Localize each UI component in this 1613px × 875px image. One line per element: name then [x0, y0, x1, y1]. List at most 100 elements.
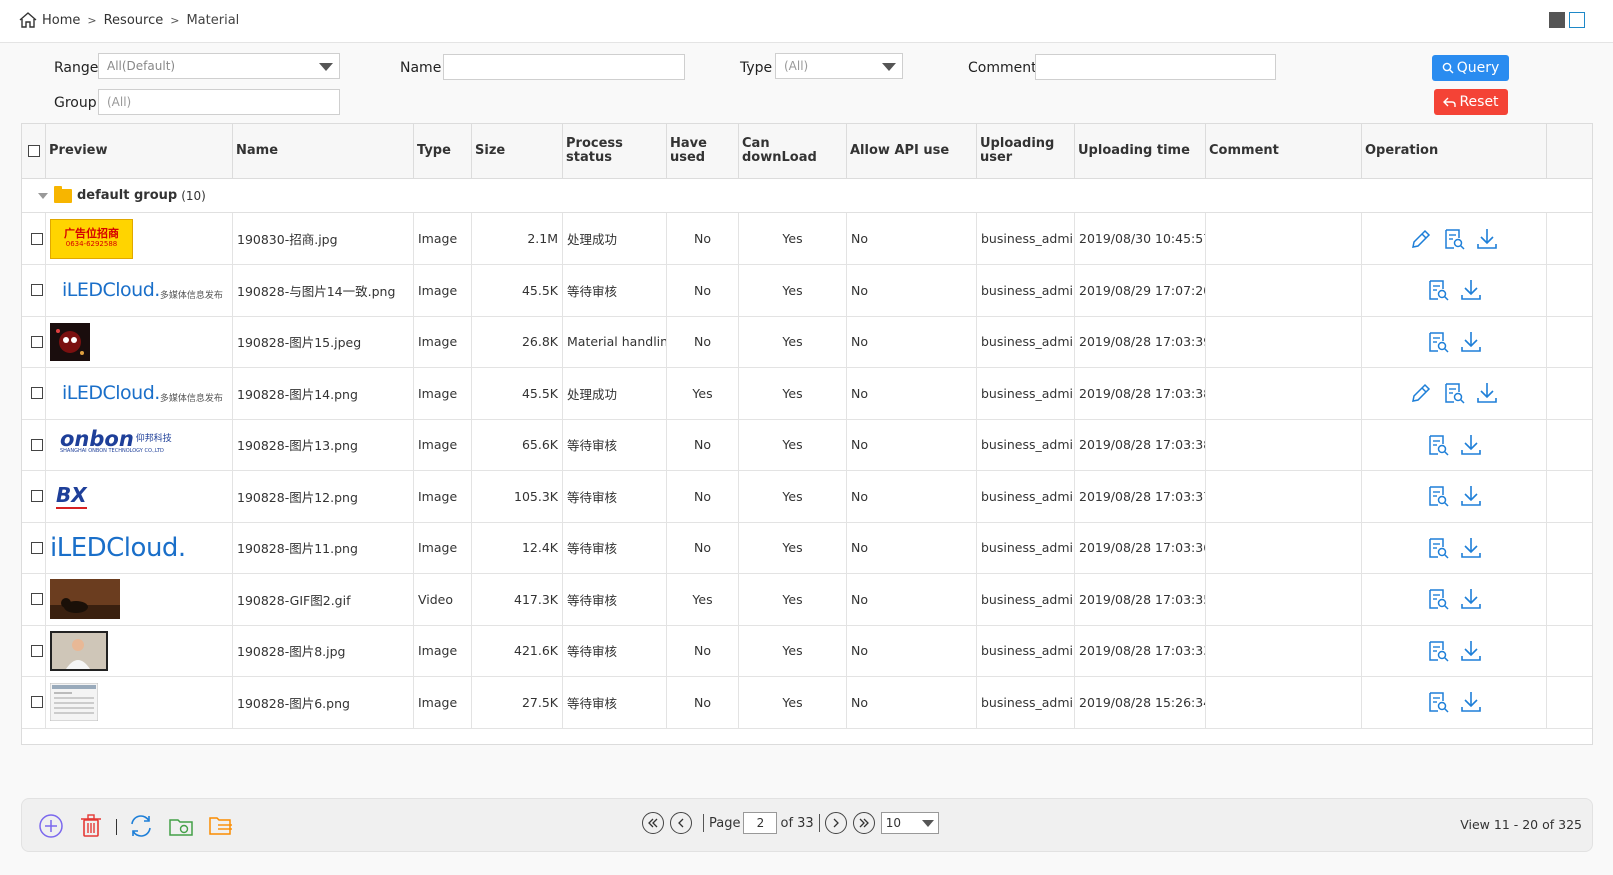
edit-icon[interactable] [1409, 227, 1433, 251]
table-row[interactable]: iLEDCloud. 多媒体信息发布 190828-图片14.png Image 45.… [22, 367, 1592, 420]
preview-icon[interactable] [1442, 381, 1466, 405]
download-icon[interactable] [1459, 690, 1483, 714]
table-row[interactable]: 190828-图片6.png Image 27.5K 等待审核 No Yes No busin… [22, 676, 1592, 729]
row-checkbox[interactable] [30, 541, 43, 554]
select-all-checkbox[interactable] [28, 145, 40, 157]
home-icon[interactable] [18, 11, 38, 29]
row-checkbox[interactable] [30, 232, 43, 245]
preview-thumbnail[interactable]: 广告位招商 0634-6292588 [50, 218, 133, 259]
preview-cell [46, 676, 233, 728]
preview-icon[interactable] [1426, 536, 1450, 560]
col-have-used[interactable]: Have used [667, 124, 739, 178]
row-checkbox[interactable] [30, 335, 43, 348]
table-row[interactable]: BX 190828-图片12.png Image 105.3K 等待审核 No Yes No b… [22, 470, 1592, 523]
col-type[interactable]: Type [414, 124, 472, 178]
refresh-icon[interactable] [128, 813, 154, 839]
preview-icon[interactable] [1426, 587, 1450, 611]
page-input[interactable]: 2 [743, 812, 778, 834]
chevron-down-icon [882, 63, 896, 71]
preview-thumbnail[interactable]: iLEDCloud. 多媒体信息发布 [50, 270, 223, 310]
next-page-button[interactable] [824, 812, 847, 834]
preview-icon[interactable] [1426, 278, 1450, 302]
reset-button[interactable]: Reset [1434, 89, 1508, 115]
preview-thumbnail[interactable]: iLEDCloud. [50, 528, 186, 568]
range-select[interactable]: All(Default) [98, 53, 340, 79]
table-row[interactable]: 190828-图片8.jpg Image 421.6K 等待审核 No Yes No busi… [22, 625, 1592, 677]
download-icon[interactable] [1459, 278, 1483, 302]
col-allow-api-use[interactable]: Allow API use [847, 124, 977, 178]
col-comment[interactable]: Comment [1206, 124, 1362, 178]
col-can-download[interactable]: Can downLoad [739, 124, 847, 178]
preview-thumbnail[interactable]: iLEDCloud. 多媒体信息发布 [50, 373, 223, 413]
col-uploading-time[interactable]: Uploading time [1075, 124, 1206, 178]
prev-page-button[interactable] [670, 812, 692, 834]
last-page-button[interactable] [852, 812, 875, 834]
grid-view-button[interactable] [1569, 12, 1585, 28]
first-page-button[interactable] [642, 812, 664, 834]
download-icon[interactable] [1475, 381, 1499, 405]
table-row[interactable]: 190828-图片15.jpeg Image 26.8K Material handl… [22, 316, 1592, 368]
breadcrumb-home[interactable]: Home [42, 13, 80, 28]
table-row[interactable]: 广告位招商 0634-6292588 190830-招商.jpg Image 2.1M 处… [22, 213, 1592, 265]
preview-thumbnail[interactable] [50, 579, 120, 619]
download-icon[interactable] [1459, 587, 1483, 611]
preview-icon[interactable] [1426, 330, 1450, 354]
table-row[interactable]: iLEDCloud. 190828-图片11.png Image 12.4K 等待审核 N… [22, 522, 1592, 574]
download-icon[interactable] [1459, 639, 1483, 663]
edit-icon[interactable] [1409, 381, 1433, 405]
table-row[interactable]: 190828-GIF图2.gif Video 417.3K 等待审核 Yes Yes No b… [22, 573, 1592, 626]
preview-icon[interactable] [1426, 639, 1450, 663]
preview-icon[interactable] [1442, 227, 1466, 251]
comment-input[interactable] [1035, 54, 1276, 80]
name-input[interactable] [443, 54, 685, 80]
cell-download: Yes [739, 264, 847, 316]
table-row[interactable]: iLEDCloud. 多媒体信息发布 190828-与图片14一致.png Image… [22, 264, 1592, 317]
folder-settings-icon[interactable] [168, 813, 194, 839]
row-operations [1426, 536, 1483, 560]
preview-thumbnail[interactable]: BX [50, 476, 87, 516]
row-checkbox[interactable] [30, 387, 43, 399]
list-view-button[interactable] [1549, 12, 1565, 28]
collapse-triangle-icon[interactable] [38, 192, 48, 199]
table-row[interactable]: onbon 仰邦科技 SHANGHAI ONBON TECHNOLOGY CO.,L… [22, 419, 1592, 471]
download-icon[interactable] [1475, 227, 1499, 251]
preview-icon[interactable] [1426, 690, 1450, 714]
group-input[interactable]: (All) [98, 89, 340, 115]
iled-logo: iLEDCloud. [50, 532, 186, 563]
pagination: Page 2 of 33 10 [642, 812, 939, 834]
row-checkbox[interactable] [30, 284, 43, 296]
preview-thumbnail[interactable] [50, 630, 108, 671]
col-size[interactable]: Size [472, 124, 563, 178]
col-uploading-user[interactable]: Uploading user [977, 124, 1075, 178]
preview-thumbnail[interactable] [50, 682, 98, 722]
download-icon[interactable] [1459, 536, 1483, 560]
preview-icon[interactable] [1426, 484, 1450, 508]
row-checkbox[interactable] [30, 644, 43, 657]
type-select[interactable]: (All) [775, 53, 903, 79]
preview-thumbnail[interactable]: onbon 仰邦科技 SHANGHAI ONBON TECHNOLOGY CO.,L… [50, 425, 172, 465]
group-row[interactable]: default group (10) [22, 179, 1592, 213]
add-icon[interactable] [38, 813, 64, 839]
preview-thumbnail[interactable] [50, 322, 90, 362]
download-icon[interactable] [1459, 330, 1483, 354]
download-icon[interactable] [1459, 433, 1483, 457]
query-button[interactable]: Query [1432, 55, 1509, 81]
cell-size: 2.1M [472, 213, 563, 264]
breadcrumb-resource[interactable]: Resource [104, 13, 164, 28]
row-checkbox[interactable] [30, 593, 43, 605]
ad-title: 广告位招商 [64, 226, 119, 240]
row-checkbox[interactable] [30, 438, 43, 451]
breadcrumb: Home > Resource > Material [18, 11, 239, 29]
folder-move-icon[interactable] [208, 813, 234, 839]
col-name[interactable]: Name [233, 124, 414, 178]
preview-icon[interactable] [1426, 433, 1450, 457]
row-select-cell [22, 264, 46, 316]
row-operations [1426, 690, 1483, 714]
delete-icon[interactable] [78, 813, 104, 839]
download-icon[interactable] [1459, 484, 1483, 508]
row-checkbox[interactable] [30, 490, 43, 502]
col-preview[interactable]: Preview [46, 124, 233, 178]
page-size-select[interactable]: 10 [880, 812, 939, 834]
row-checkbox[interactable] [30, 696, 43, 708]
col-process-status[interactable]: Process status [563, 124, 667, 178]
